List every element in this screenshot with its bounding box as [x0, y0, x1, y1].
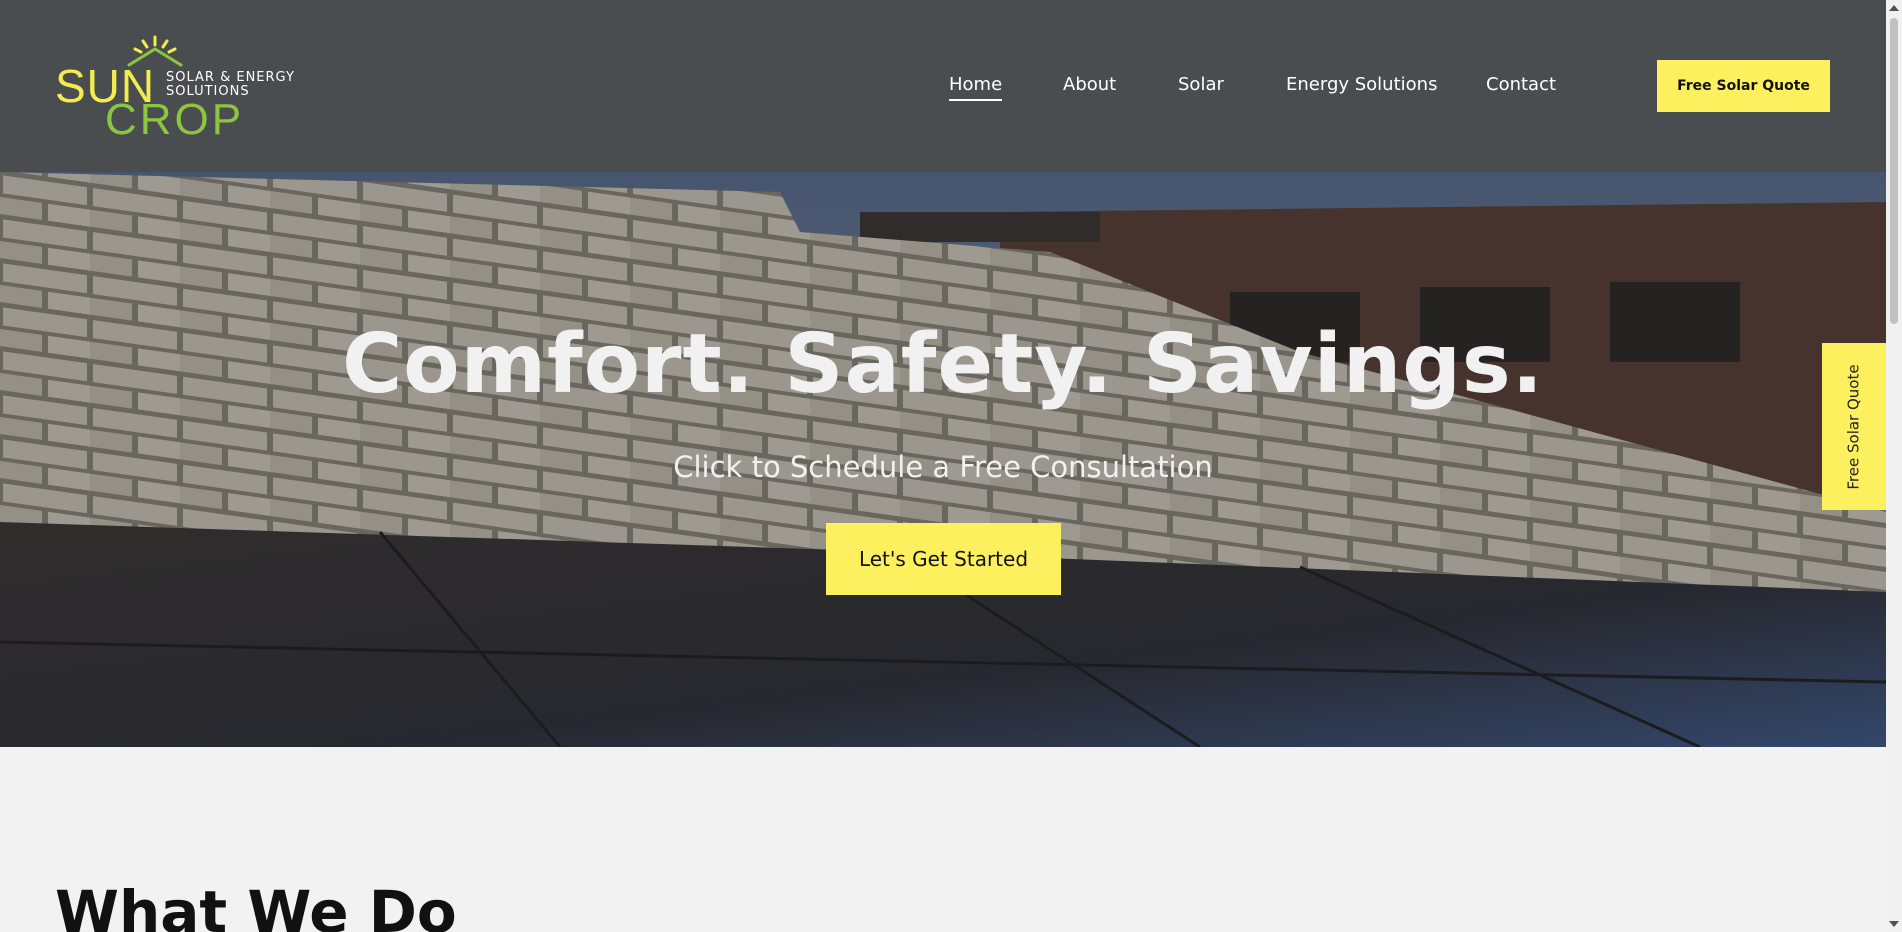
nav-item-solar[interactable]: Solar	[1178, 74, 1224, 95]
scroll-down-arrow-icon[interactable]	[1889, 921, 1899, 927]
site-logo[interactable]: SUN SOLAR & ENERGY SOLUTIONS CROP	[55, 35, 295, 144]
get-started-button[interactable]: Let's Get Started	[826, 523, 1061, 595]
nav-item-energy-solutions[interactable]: Energy Solutions	[1286, 74, 1437, 95]
hero-subheadline[interactable]: Click to Schedule a Free Consultation	[0, 450, 1886, 484]
nav-item-home[interactable]: Home	[949, 74, 1003, 101]
section-title: What We Do	[55, 878, 457, 932]
logo-word-crop: CROP	[105, 95, 245, 144]
scrollbar-thumb[interactable]	[1890, 18, 1898, 324]
free-solar-quote-button[interactable]: Free Solar Quote	[1657, 60, 1830, 112]
side-tab-label: Free Solar Quote	[1845, 363, 1864, 490]
page-scrollbar[interactable]	[1886, 0, 1902, 932]
scroll-up-arrow-icon[interactable]	[1889, 5, 1899, 11]
nav-item-contact[interactable]: Contact	[1486, 74, 1556, 95]
free-solar-quote-side-tab[interactable]: Free Solar Quote	[1822, 343, 1886, 510]
site-header: SUN SOLAR & ENERGY SOLUTIONS CROP Home A…	[0, 0, 1886, 172]
logo-tagline-line1: SOLAR & ENERGY	[166, 70, 295, 85]
hero-headline: Comfort. Safety. Savings.	[342, 317, 1544, 412]
nav-item-about[interactable]: About	[1063, 74, 1116, 95]
hero-section: Comfort. Safety. Savings. Click to Sched…	[0, 172, 1886, 747]
